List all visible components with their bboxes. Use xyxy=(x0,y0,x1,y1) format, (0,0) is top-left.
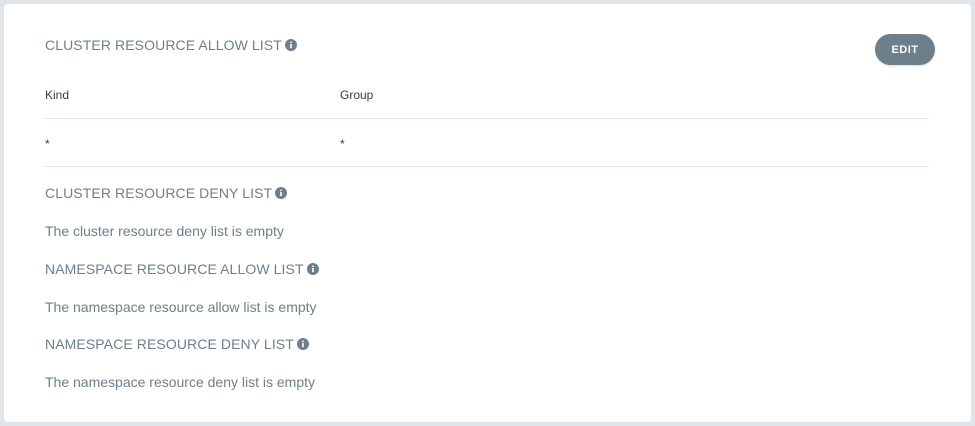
namespace-allow-list-title-text: NAMESPACE RESOURCE ALLOW LIST xyxy=(45,261,304,277)
info-icon[interactable] xyxy=(306,263,319,275)
namespace-deny-list-title: NAMESPACE RESOURCE DENY LIST xyxy=(45,336,309,352)
info-icon[interactable] xyxy=(275,187,288,199)
info-icon[interactable] xyxy=(284,39,297,51)
cluster-deny-list-title-text: CLUSTER RESOURCE DENY LIST xyxy=(45,185,273,201)
table-cell-kind: * xyxy=(45,137,50,151)
table-cell-group: * xyxy=(340,137,345,151)
namespace-allow-list-empty-text: The namespace resource allow list is emp… xyxy=(45,299,317,315)
namespace-allow-list-title: NAMESPACE RESOURCE ALLOW LIST xyxy=(45,261,319,277)
edit-button[interactable]: EDIT xyxy=(875,34,935,65)
cluster-deny-list-title: CLUSTER RESOURCE DENY LIST xyxy=(45,185,288,201)
resource-lists-card: CLUSTER RESOURCE ALLOW LIST EDIT Kind Gr… xyxy=(4,4,971,422)
table-row-divider xyxy=(45,166,929,167)
namespace-deny-list-title-text: NAMESPACE RESOURCE DENY LIST xyxy=(45,336,294,352)
cluster-allow-list-title-text: CLUSTER RESOURCE ALLOW LIST xyxy=(45,37,282,53)
info-icon[interactable] xyxy=(296,338,309,350)
column-header-group: Group xyxy=(340,88,374,102)
namespace-deny-list-empty-text: The namespace resource deny list is empt… xyxy=(45,374,316,390)
column-header-kind: Kind xyxy=(45,88,70,102)
cluster-deny-list-empty-text: The cluster resource deny list is empty xyxy=(45,223,284,239)
cluster-allow-list-title: CLUSTER RESOURCE ALLOW LIST xyxy=(45,37,297,53)
table-header-divider xyxy=(45,118,929,119)
